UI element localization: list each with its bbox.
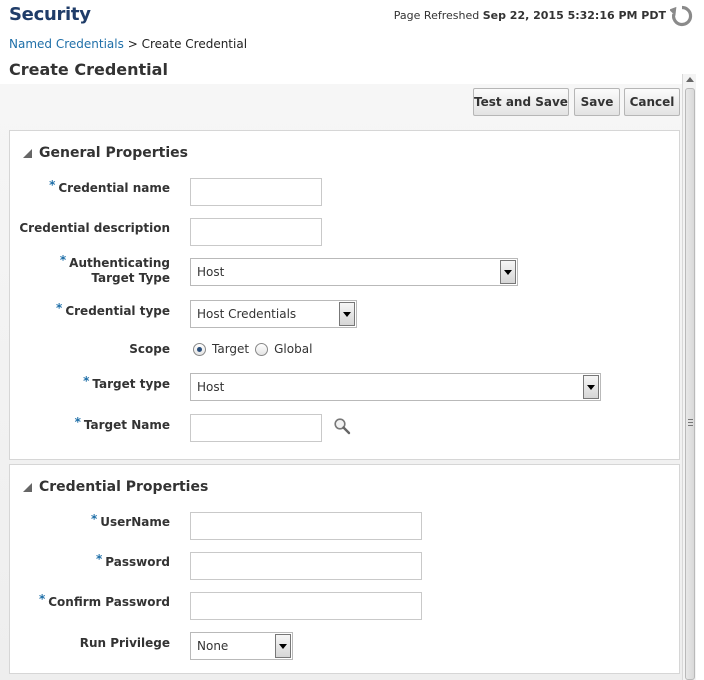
required-marker: *	[83, 374, 90, 388]
cancel-button[interactable]: Cancel	[624, 88, 680, 116]
username-input[interactable]	[190, 512, 422, 540]
target-type-label-text: Target type	[92, 377, 170, 391]
confirm-password-input[interactable]	[190, 592, 422, 620]
required-marker: *	[74, 415, 81, 429]
chevron-down-icon[interactable]	[500, 260, 516, 284]
authenticating-target-type-label: * Authenticating Target Type	[20, 253, 170, 286]
confirm-password-label-text: Confirm Password	[48, 595, 170, 609]
chevron-down-icon[interactable]	[275, 634, 291, 658]
page-title: Create Credential	[9, 60, 168, 79]
general-properties-panel	[9, 130, 680, 460]
required-marker: *	[96, 552, 103, 566]
credential-name-label: * Credential name	[49, 178, 170, 196]
username-label-text: UserName	[100, 515, 170, 529]
scope-global-radio[interactable]	[255, 342, 269, 356]
target-type-value: Host	[197, 380, 225, 394]
credential-type-select[interactable]: Host Credentials	[190, 300, 357, 328]
scrollbar-grip-icon	[688, 419, 693, 426]
breadcrumb-named-credentials[interactable]: Named Credentials	[9, 37, 124, 51]
password-label: * Password	[96, 552, 170, 570]
target-type-select[interactable]: Host	[190, 373, 601, 401]
run-privilege-select[interactable]: None	[190, 632, 293, 660]
authenticating-target-type-label-text: Authenticating Target Type	[69, 256, 170, 285]
run-privilege-value: None	[197, 639, 229, 653]
collapse-triangle-icon[interactable]	[23, 482, 32, 492]
scroll-up-arrow-icon[interactable]	[686, 77, 694, 82]
general-properties-header[interactable]: General Properties	[23, 145, 188, 161]
authenticating-target-type-select[interactable]: Host	[190, 258, 518, 286]
required-marker: *	[59, 253, 67, 267]
page-refreshed-timestamp: Sep 22, 2015 5:32:16 PM PDT	[482, 9, 666, 22]
breadcrumb: Named Credentials > Create Credential	[9, 37, 247, 51]
credential-name-label-text: Credential name	[58, 181, 170, 195]
target-type-label: * Target type	[83, 374, 170, 392]
page-refreshed-label: Page Refreshed	[393, 9, 480, 22]
target-name-label-text: Target Name	[83, 418, 170, 432]
chevron-down-icon[interactable]	[339, 302, 355, 326]
search-icon[interactable]	[333, 417, 351, 435]
required-marker: *	[56, 301, 63, 315]
chevron-down-icon[interactable]	[583, 375, 599, 399]
required-marker: *	[38, 592, 46, 606]
vertical-scrollbar[interactable]	[682, 74, 696, 680]
username-label: * UserName	[90, 512, 170, 530]
credential-type-label: * Credential type	[56, 301, 170, 319]
scrollbar-thumb[interactable]	[685, 88, 695, 680]
credential-properties-title: Credential Properties	[39, 479, 209, 495]
target-name-label: * Target Name	[74, 415, 170, 433]
authenticating-target-type-value: Host	[197, 265, 225, 279]
test-and-save-button[interactable]: Test and Save	[473, 88, 569, 116]
target-name-input[interactable]	[190, 414, 322, 442]
scope-global-label[interactable]: Global	[274, 342, 312, 356]
general-properties-title: General Properties	[39, 145, 188, 161]
credential-name-input[interactable]	[190, 178, 322, 206]
required-marker: *	[90, 512, 98, 526]
refresh-icon[interactable]	[670, 4, 694, 28]
password-label-text: Password	[105, 555, 170, 569]
credential-properties-header[interactable]: Credential Properties	[23, 479, 208, 495]
scope-radio-group: Target Global	[193, 342, 312, 356]
scope-target-radio[interactable]	[193, 342, 206, 356]
run-privilege-label: Run Privilege	[79, 636, 170, 650]
collapse-triangle-icon[interactable]	[23, 148, 32, 158]
password-input[interactable]	[190, 552, 422, 580]
page-refreshed-status: Page Refreshed Sep 22, 2015 5:32:16 PM P…	[394, 9, 666, 22]
credential-description-label: Credential description	[19, 221, 170, 235]
credential-description-input[interactable]	[190, 218, 322, 246]
breadcrumb-separator: >	[127, 37, 138, 51]
credential-type-value: Host Credentials	[197, 307, 297, 321]
confirm-password-label: * Confirm Password	[38, 592, 170, 610]
credential-type-label-text: Credential type	[65, 304, 170, 318]
scope-target-label[interactable]: Target	[212, 342, 249, 356]
app-title: Security	[9, 4, 91, 25]
breadcrumb-current: Create Credential	[141, 37, 248, 51]
scope-label: Scope	[129, 342, 170, 356]
save-button[interactable]: Save	[574, 88, 620, 116]
required-marker: *	[49, 178, 56, 192]
